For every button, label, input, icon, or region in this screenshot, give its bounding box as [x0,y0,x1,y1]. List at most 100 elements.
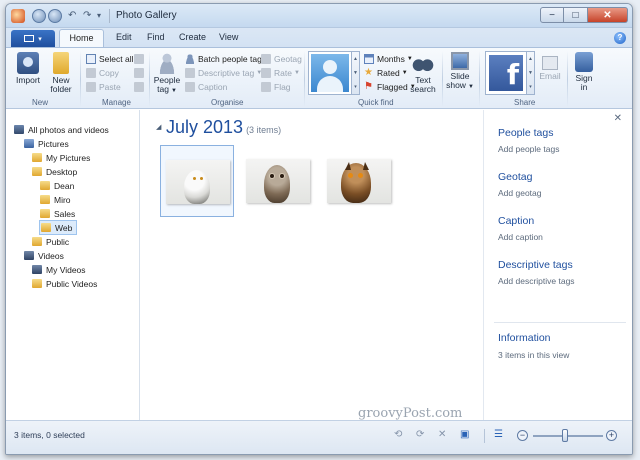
calendar-icon [364,54,374,64]
items-in-view-text: 3 items in this view [498,350,570,360]
minimize-button[interactable]: − [540,7,564,23]
new-folder-button[interactable]: New folder [46,52,76,94]
add-descriptive-tags-link[interactable]: Add descriptive tags [498,276,575,286]
people-tag-label-line2-text: tag [157,84,169,94]
flag-icon: ⚑ [364,81,373,92]
tab-home[interactable]: Home [59,29,104,49]
snowy-owl-image [166,160,230,204]
paste-button[interactable]: Paste [86,81,121,93]
copy-button[interactable]: Copy [86,67,119,79]
tab-view[interactable]: View [219,32,238,42]
forward-button[interactable] [48,9,62,23]
gallery-scroll-buttons[interactable]: ▲ ▼ ▾ [352,51,360,95]
email-icon [542,56,558,70]
folder-icon [40,181,50,190]
collapse-group-icon[interactable]: ◢ [156,123,161,131]
slide-show-button[interactable]: Slide show ▼ [445,52,475,92]
flagged-label: Flagged [377,82,408,92]
close-button[interactable]: ✕ [588,7,628,23]
facebook-icon: f [489,55,523,91]
rotate-left-button[interactable] [134,53,147,65]
batch-people-tag-button[interactable]: Batch people tag [185,53,262,65]
select-all-icon [86,54,96,64]
folder-icon [32,237,42,246]
caption-label: Caption [198,82,228,92]
rotate-left-icon[interactable]: ⟲ [394,429,402,441]
add-geotag-link[interactable]: Add geotag [498,188,541,198]
group-label-manage: Manage [102,98,131,107]
title-separator [109,9,110,23]
photo-thumbnail-snowy-owl[interactable] [160,145,234,217]
nav-item-label: Videos [38,250,64,261]
group-separator [149,51,150,107]
add-people-tags-link[interactable]: Add people tags [498,144,559,154]
facebook-share-gallery[interactable]: f [485,51,527,95]
geotag-button[interactable]: Geotag [261,53,302,65]
help-icon[interactable]: ? [614,32,626,44]
tab-create[interactable]: Create [179,32,206,42]
photo-thumbnail-barred-owl[interactable] [241,145,315,217]
nav-item-public-videos[interactable]: Public Videos [32,277,97,290]
nav-item-all-photos[interactable]: All photos and videos [14,123,109,136]
import-button[interactable]: Import [12,52,44,85]
nav-item-miro[interactable]: Miro [40,193,71,206]
photo-thumbnail-eagle-owl[interactable] [322,145,396,217]
zoom-slider-thumb[interactable] [561,429,568,442]
redo-icon[interactable]: ↷ [83,9,91,23]
maximize-button[interactable]: □ [564,7,588,23]
details-view-icon[interactable]: ☰ [494,429,503,441]
months-button[interactable]: Months ▼ [364,53,413,65]
geotag-heading: Geotag [498,171,533,183]
rotate-right-icon[interactable]: ⟳ [416,429,424,441]
share-gallery-scroll-buttons[interactable]: ▲ ▼ ▾ [527,51,535,95]
tab-find[interactable]: Find [147,32,165,42]
tab-edit[interactable]: Edit [116,32,132,42]
customize-toolbar-icon[interactable]: ▾ [97,9,101,23]
nav-item-my-pictures[interactable]: My Pictures [32,151,90,164]
rated-label: Rated [377,68,400,78]
select-all-button[interactable]: Select all [86,53,134,65]
date-group-header[interactable]: July 2013 (3 items) [166,117,281,138]
nav-item-public[interactable]: Public [32,235,69,248]
nav-item-web[interactable]: Web [39,220,78,235]
nav-item-sales[interactable]: Sales [40,207,75,220]
text-search-button[interactable]: Text search [408,52,438,94]
all-photos-icon [14,125,24,134]
undo-icon[interactable]: ↶ [68,9,76,23]
delete-button[interactable] [134,81,147,93]
title-bar: ↶ ↷ ▾ Photo Gallery − □ ✕ [6,4,632,28]
caption-button[interactable]: Caption [185,81,227,93]
folder-icon [32,167,42,176]
rate-button[interactable]: Rate ▼ [261,67,300,79]
group-label-share: Share [514,98,536,107]
zoom-out-button[interactable]: − [517,430,528,441]
rated-button[interactable]: ★ Rated ▼ [364,67,408,79]
nav-item-videos[interactable]: Videos [24,249,64,262]
back-button[interactable] [32,9,46,23]
file-menu-button[interactable]: ▾ [11,30,55,47]
delete-icon[interactable]: ✕ [438,429,446,441]
nav-item-label: Dean [54,180,75,191]
slide-show-icon[interactable]: ▣ [460,429,469,441]
sign-in-button[interactable]: Sign in [571,52,597,92]
people-tag-button[interactable]: People tag ▼ [153,52,181,96]
geotag-label: Geotag [274,54,302,64]
zoom-slider-track[interactable] [533,435,603,437]
sign-in-icon [575,52,593,72]
nav-item-pictures[interactable]: Pictures [24,137,69,150]
add-caption-link[interactable]: Add caption [498,232,543,242]
app-icon[interactable] [11,9,25,23]
descriptive-tag-label: Descriptive tag [198,68,255,78]
descriptive-tag-button[interactable]: Descriptive tag ▼ [185,67,262,79]
nav-item-dean[interactable]: Dean [40,179,74,192]
nav-item-desktop[interactable]: Desktop [32,165,77,178]
people-filter-gallery[interactable] [308,51,352,95]
email-button[interactable]: Email [537,52,563,81]
zoom-in-button[interactable]: + [606,430,617,441]
nav-item-label: All photos and videos [28,124,109,135]
rotate-right-button[interactable] [134,67,147,79]
eagle-owl-image [327,159,391,203]
nav-item-my-videos[interactable]: My Videos [32,263,86,276]
close-icon[interactable]: ✕ [614,113,622,124]
flag-button[interactable]: Flag [261,81,291,93]
